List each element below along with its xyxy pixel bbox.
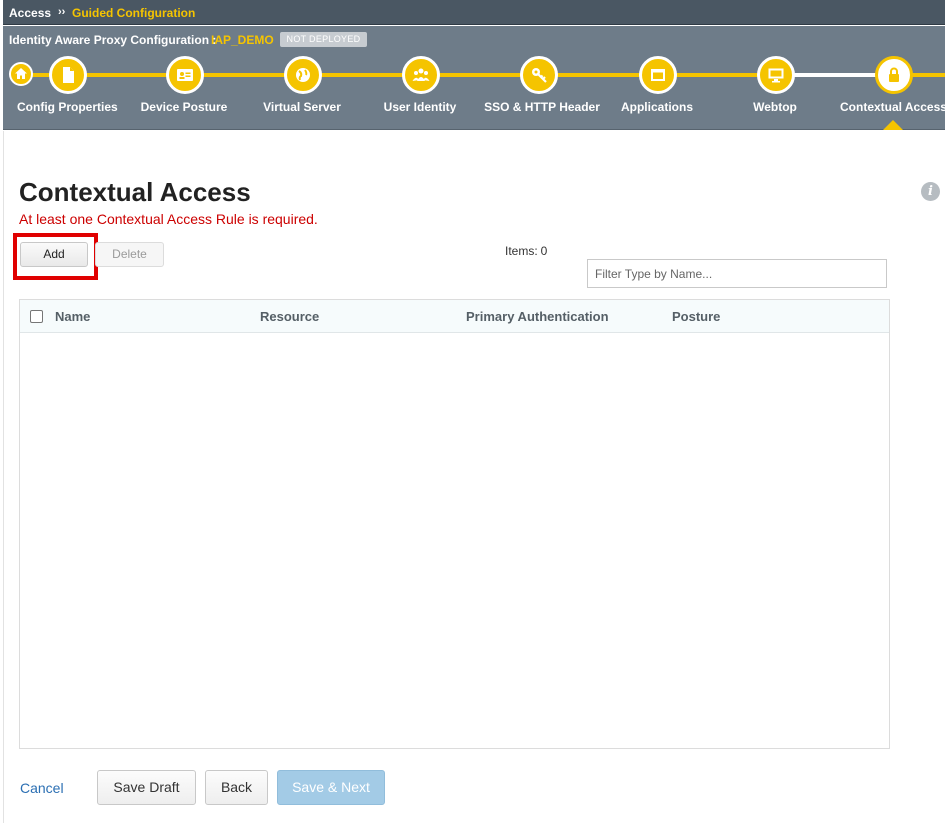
info-icon[interactable]: i [921,182,940,201]
column-resource[interactable]: Resource [260,309,319,324]
breadcrumb-access[interactable]: Access [9,6,51,20]
breadcrumb: Access ›› Guided Configuration [3,0,945,25]
column-name[interactable]: Name [55,309,90,324]
step-label-webtop[interactable]: Webtop [725,100,825,114]
users-icon [412,68,430,81]
step-sso-http-header[interactable] [520,56,558,94]
status-badge: NOT DEPLOYED [280,32,367,47]
items-count: Items: 0 [505,244,547,258]
table-header: Name Resource Primary Authentication Pos… [20,300,889,333]
step-device-posture[interactable] [166,56,204,94]
globe-icon [296,68,310,82]
step-label-virtual-server[interactable]: Virtual Server [252,100,352,114]
cancel-link[interactable]: Cancel [20,780,64,796]
lock-icon [889,67,899,82]
home-icon[interactable] [9,62,33,86]
add-button[interactable]: Add [20,242,88,267]
rules-table: Name Resource Primary Authentication Pos… [19,299,890,749]
step-label-user-identity[interactable]: User Identity [370,100,470,114]
step-applications[interactable] [639,56,677,94]
wizard-header: Identity Aware Proxy Configuration : IAP… [3,26,945,130]
page-title: Contextual Access [19,177,251,207]
monitor-icon [768,68,784,83]
step-label-contextual-access[interactable]: Contextual Access [840,100,945,114]
step-virtual-server[interactable] [284,56,322,94]
window-icon [651,69,665,81]
back-button[interactable]: Back [205,770,268,805]
items-label: Items: [505,244,538,258]
id-card-icon [177,69,193,81]
items-value: 0 [540,244,548,258]
column-posture[interactable]: Posture [672,309,720,324]
step-label-applications[interactable]: Applications [607,100,707,114]
step-contextual-access[interactable] [875,56,913,94]
wizard-title: Identity Aware Proxy Configuration : [9,33,217,47]
select-all-checkbox[interactable] [30,310,43,323]
breadcrumb-guided-configuration[interactable]: Guided Configuration [72,6,195,20]
filter-input[interactable] [587,259,887,288]
breadcrumb-separator: ›› [58,6,66,18]
step-webtop[interactable] [757,56,795,94]
active-step-indicator [883,120,903,130]
delete-button: Delete [95,242,164,267]
step-config-properties[interactable] [49,56,87,94]
error-message: At least one Contextual Access Rule is r… [19,211,318,227]
config-name: IAP_DEMO [211,33,274,47]
step-label-device-posture[interactable]: Device Posture [134,100,234,114]
column-primary-authentication[interactable]: Primary Authentication [466,309,609,324]
step-label-config-properties[interactable]: Config Properties [17,100,118,114]
save-draft-button[interactable]: Save Draft [97,770,196,805]
step-label-sso-http-header[interactable]: SSO & HTTP Header [480,100,604,114]
document-icon [63,67,74,83]
key-icon [532,68,547,83]
save-next-button: Save & Next [277,770,385,805]
step-user-identity[interactable] [402,56,440,94]
